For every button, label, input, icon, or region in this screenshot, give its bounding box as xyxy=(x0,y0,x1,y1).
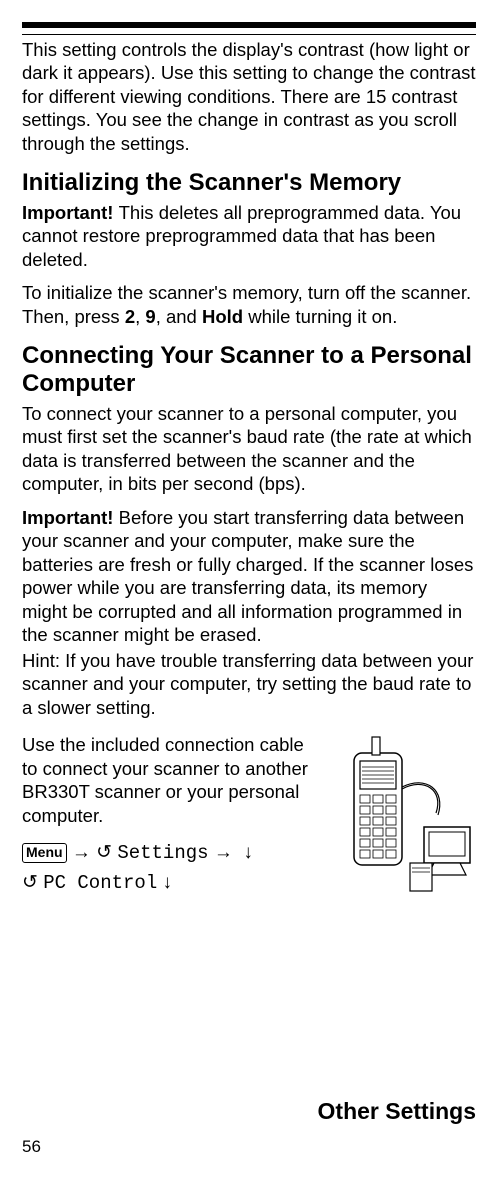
rotate-icon: ↺ xyxy=(22,872,38,893)
arrow-down-icon: ↓ xyxy=(243,842,253,863)
important-delete: Important! This deletes all preprogramme… xyxy=(22,201,476,271)
key-9: 9 xyxy=(145,306,155,327)
nav-settings: Settings xyxy=(117,842,208,864)
arrow-right-icon: → xyxy=(214,842,233,863)
rule-thick xyxy=(22,22,476,28)
rule-thin xyxy=(22,34,476,35)
key-2: 2 xyxy=(125,306,135,327)
important-battery: Important! Before you start transferring… xyxy=(22,506,476,647)
heading-connecting: Connecting Your Scanner to a Personal Co… xyxy=(22,342,476,399)
heading-initializing: Initializing the Scanner's Memory xyxy=(22,169,476,197)
intro-paragraph: This setting controls the display's cont… xyxy=(22,38,476,155)
menu-button-icon: Menu xyxy=(22,843,67,863)
footer-heading: Other Settings xyxy=(318,1097,476,1126)
scanner-computer-diagram xyxy=(326,735,476,900)
page-number: 56 xyxy=(22,1136,41,1158)
important-prefix-1: Important! xyxy=(22,202,119,223)
connect-paragraph: To connect your scanner to a personal co… xyxy=(22,402,476,496)
key-hold: Hold xyxy=(202,306,243,327)
rotate-icon: ↺ xyxy=(96,842,112,863)
important-prefix-2: Important! xyxy=(22,507,119,528)
nav-pc-control: PC Control xyxy=(43,872,157,894)
arrow-right-icon: → xyxy=(72,842,91,863)
init-instructions: To initialize the scanner's memory, turn… xyxy=(22,281,476,328)
hint-paragraph: Hint: If you have trouble transferring d… xyxy=(22,649,476,719)
arrow-down-icon: ↓ xyxy=(163,872,173,893)
